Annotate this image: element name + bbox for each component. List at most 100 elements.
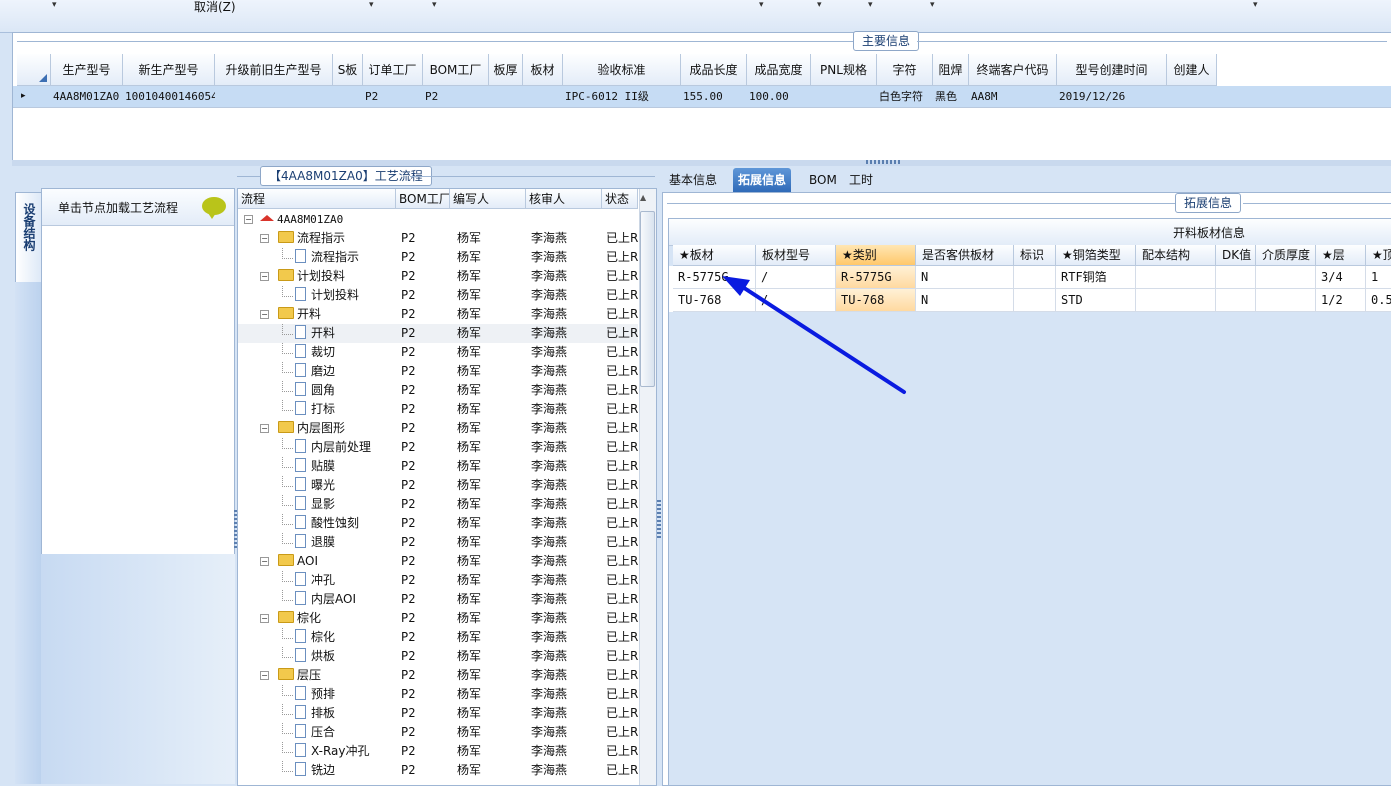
table-cell[interactable]: 0.5 — [1366, 289, 1391, 312]
table-cell[interactable]: P2 — [363, 86, 423, 107]
tree-item-row[interactable]: 内层前处理 P2 杨军 李海燕 已上R — [238, 438, 638, 457]
column-header[interactable]: 订单工厂 — [363, 54, 423, 86]
vertical-splitter-grip-icon[interactable] — [657, 500, 661, 540]
table-cell[interactable]: 2019/12/26 — [1057, 86, 1167, 107]
tree-item-row[interactable]: 排板 P2 杨军 李海燕 已上R — [238, 704, 638, 723]
dropdown-arrow-icon[interactable]: ▾ — [1253, 0, 1258, 10]
dropdown-arrow-icon[interactable]: ▾ — [52, 0, 57, 10]
column-header[interactable]: S板 — [333, 54, 363, 86]
column-header[interactable]: 板厚 — [489, 54, 523, 86]
table-row[interactable]: R-5775G / R-5775G N RTF铜箔 3/4 1 — [669, 266, 1391, 289]
column-header[interactable]: BOM工厂 — [423, 54, 489, 86]
tree-folder-row[interactable]: − 内层图形 P2 杨军 李海燕 已上R — [238, 419, 638, 438]
ext-column-header[interactable]: ★类别 — [836, 245, 916, 266]
dropdown-arrow-icon[interactable]: ▾ — [759, 0, 764, 10]
column-header[interactable]: 升级前旧生产型号 — [215, 54, 333, 86]
ext-column-header[interactable]: ★板材 — [673, 245, 756, 266]
tree-item-row[interactable]: 冲孔 P2 杨军 李海燕 已上R — [238, 571, 638, 590]
scroll-up-icon[interactable]: ▲ — [640, 193, 646, 202]
dropdown-arrow-icon[interactable]: ▾ — [817, 0, 822, 10]
tree-item-row[interactable]: X-Ray冲孔 P2 杨军 李海燕 已上R — [238, 742, 638, 761]
table-cell[interactable] — [523, 86, 563, 107]
table-cell[interactable]: 白色字符 — [877, 86, 933, 107]
tree-folder-row[interactable]: − 流程指示 P2 杨军 李海燕 已上R — [238, 229, 638, 248]
tree-item-row[interactable]: 计划投料 P2 杨军 李海燕 已上R — [238, 286, 638, 305]
tree-column-header[interactable]: 状态 — [602, 189, 638, 209]
ext-column-header[interactable]: 是否客供板材 — [916, 245, 1014, 266]
table-cell[interactable] — [1216, 289, 1256, 312]
column-header[interactable]: 生产型号 — [51, 54, 123, 86]
table-cell[interactable]: 黑色 — [933, 86, 969, 107]
table-cell[interactable] — [1136, 289, 1216, 312]
dropdown-arrow-icon[interactable]: ▾ — [369, 0, 374, 10]
dropdown-arrow-icon[interactable]: ▾ — [432, 0, 437, 10]
dropdown-arrow-icon[interactable]: ▾ — [868, 0, 873, 10]
tree-item-row[interactable]: 开料 P2 杨军 李海燕 已上R — [238, 324, 638, 343]
dropdown-arrow-icon[interactable]: ▾ — [930, 0, 935, 10]
column-header[interactable]: 阻焊 — [933, 54, 969, 86]
tree-item-row[interactable]: 裁切 P2 杨军 李海燕 已上R — [238, 343, 638, 362]
table-cell[interactable]: 155.00 — [681, 86, 747, 107]
ext-column-header[interactable]: ★顶 — [1366, 245, 1391, 266]
splitter-grip-icon[interactable] — [866, 160, 902, 164]
table-cell[interactable]: 4AA8M01ZA0 — [51, 86, 123, 107]
ext-column-header[interactable]: 标识 — [1014, 245, 1056, 266]
table-cell[interactable]: AA8M — [969, 86, 1057, 107]
tree-column-header[interactable]: BOM工厂 — [396, 189, 450, 209]
table-cell[interactable]: / — [756, 266, 836, 289]
tree-root-row[interactable]: − 4AA8M01ZA0 — [238, 210, 638, 229]
table-cell[interactable]: STD — [1056, 289, 1136, 312]
table-cell[interactable]: 10010400146054 — [123, 86, 215, 107]
tab-labor-hours[interactable]: 工时 — [844, 168, 878, 192]
table-cell[interactable]: RTF铜箔 — [1056, 266, 1136, 289]
column-header[interactable]: 板材 — [523, 54, 563, 86]
tree-item-row[interactable]: 内层AOI P2 杨军 李海燕 已上R — [238, 590, 638, 609]
table-cell[interactable] — [333, 86, 363, 107]
ext-column-header[interactable]: ★层 — [1316, 245, 1366, 266]
column-header[interactable]: 字符 — [877, 54, 933, 86]
column-header[interactable]: 终端客户代码 — [969, 54, 1057, 86]
tree-column-header[interactable]: 核审人 — [526, 189, 602, 209]
collapse-toggle-icon[interactable]: − — [260, 671, 269, 680]
table-cell[interactable]: N — [916, 266, 1014, 289]
collapse-toggle-icon[interactable]: − — [260, 310, 269, 319]
column-header[interactable]: PNL规格 — [811, 54, 877, 86]
table-cell[interactable] — [1216, 266, 1256, 289]
tree-item-row[interactable]: 铣边 P2 杨军 李海燕 已上R — [238, 761, 638, 780]
tree-item-row[interactable]: 烘板 P2 杨军 李海燕 已上R — [238, 647, 638, 666]
table-cell[interactable]: R-5775G — [673, 266, 756, 289]
table-cell[interactable] — [489, 86, 523, 107]
tree-item-row[interactable]: 磨边 P2 杨军 李海燕 已上R — [238, 362, 638, 381]
tree-column-header[interactable]: 流程 — [238, 189, 396, 209]
table-cell[interactable]: N — [916, 289, 1014, 312]
table-cell[interactable]: R-5775G — [836, 266, 916, 289]
collapse-toggle-icon[interactable]: − — [260, 424, 269, 433]
table-cell[interactable]: 100.00 — [747, 86, 811, 107]
collapse-toggle-icon[interactable]: − — [260, 234, 269, 243]
column-header[interactable]: 验收标准 — [563, 54, 681, 86]
tree-item-row[interactable]: 压合 P2 杨军 李海燕 已上R — [238, 723, 638, 742]
column-header[interactable]: 新生产型号 — [123, 54, 215, 86]
tree-item-row[interactable]: 预排 P2 杨军 李海燕 已上R — [238, 685, 638, 704]
tree-item-row[interactable]: 圆角 P2 杨军 李海燕 已上R — [238, 381, 638, 400]
tree-scrollbar-thumb[interactable] — [640, 211, 655, 387]
table-cell[interactable] — [1256, 266, 1316, 289]
column-header[interactable]: 成品长度 — [681, 54, 747, 86]
table-cell[interactable]: TU-768 — [836, 289, 916, 312]
horizontal-splitter[interactable] — [12, 160, 1391, 166]
tree-item-row[interactable]: 棕化 P2 杨军 李海燕 已上R — [238, 628, 638, 647]
ext-column-header[interactable]: DK值 — [1216, 245, 1256, 266]
ext-column-header[interactable]: 配本结构 — [1136, 245, 1216, 266]
collapse-toggle-icon[interactable]: − — [260, 272, 269, 281]
table-cell[interactable] — [1256, 289, 1316, 312]
column-header[interactable]: 型号创建时间 — [1057, 54, 1167, 86]
collapse-toggle-icon[interactable]: − — [244, 215, 253, 224]
table-cell[interactable] — [1014, 266, 1056, 289]
table-cell[interactable] — [1014, 289, 1056, 312]
table-cell[interactable]: 1 — [1366, 266, 1391, 289]
table-cell[interactable]: 3/4 — [1316, 266, 1366, 289]
tree-folder-row[interactable]: − 计划投料 P2 杨军 李海燕 已上R — [238, 267, 638, 286]
ext-column-header[interactable]: 介质厚度 — [1256, 245, 1316, 266]
grid-corner[interactable] — [17, 54, 51, 86]
tree-folder-row[interactable]: − 棕化 P2 杨军 李海燕 已上R — [238, 609, 638, 628]
